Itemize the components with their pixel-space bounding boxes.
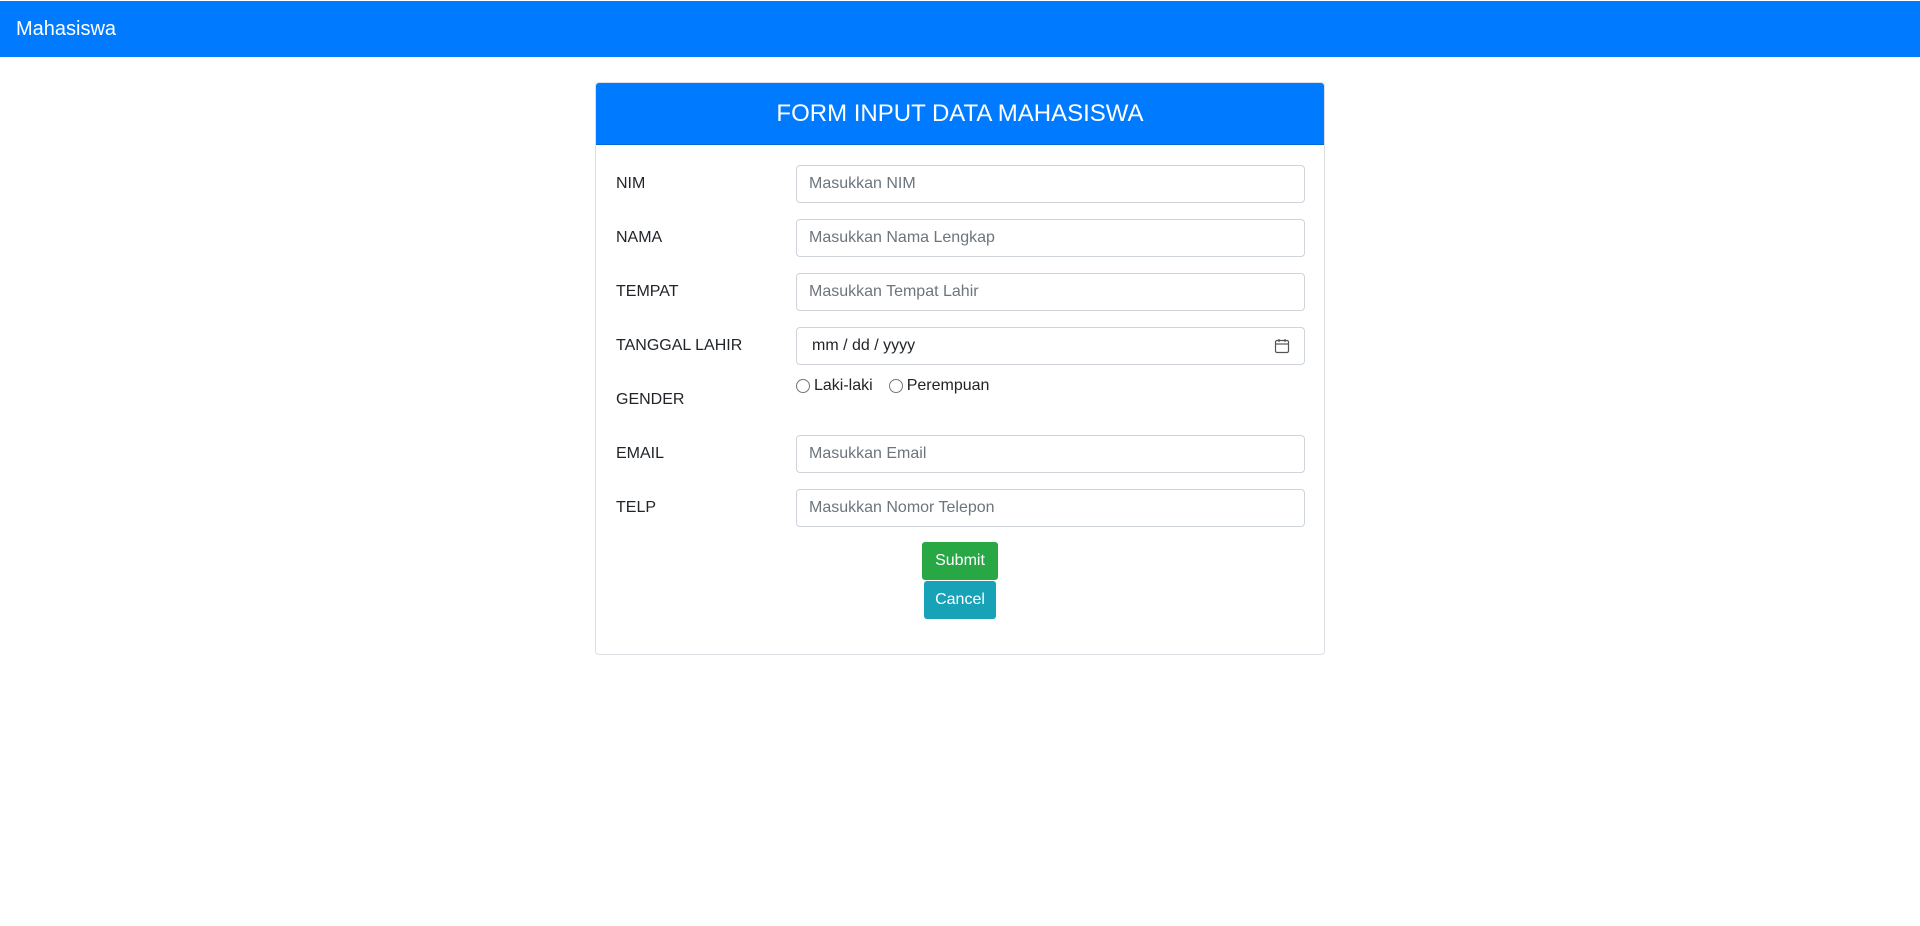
tempat-row: TEMPAT [616,273,1306,311]
email-row: EMAIL [616,435,1306,473]
tanggal-lahir-input[interactable]: mm / dd / yyyy [796,327,1305,365]
calendar-icon[interactable] [1274,338,1290,354]
telp-label: TELP [616,499,657,516]
nim-label: NIM [616,175,646,192]
gender-radio-group: Laki-laki Perempuan [796,374,1005,398]
nim-row: NIM [616,165,1306,203]
telp-row: TELP [616,489,1306,527]
radio-perempuan[interactable] [888,379,903,393]
telp-input[interactable] [796,489,1305,527]
nama-row: NAMA [616,219,1306,257]
date-format-text: mm / dd / yyyy [812,337,916,354]
email-label: EMAIL [616,445,665,462]
gender-label: GENDER [616,391,685,408]
navbar: Mahasiswa [0,1,1920,57]
cancel-button[interactable]: Cancel [924,581,996,619]
navbar-brand[interactable]: Mahasiswa [16,18,116,41]
nama-input[interactable] [796,219,1305,257]
tanggal-lahir-label: TANGGAL LAHIR [616,337,743,354]
tempat-input[interactable] [796,273,1305,311]
nim-input[interactable] [796,165,1305,203]
form-title: FORM INPUT DATA MAHASISWA [596,83,1324,145]
nama-label: NAMA [616,229,663,246]
submit-button[interactable]: Submit [922,542,998,580]
tempat-label: TEMPAT [616,283,679,300]
radio-perempuan-label: Perempuan [906,377,990,394]
radio-laki-laki-label: Laki-laki [814,377,873,394]
gender-row: GENDER Laki-laki Perempuan [616,377,1306,419]
form-card: FORM INPUT DATA MAHASISWA NIM NAMA TEMPA… [595,82,1325,655]
gender-option-perempuan[interactable]: Perempuan [888,377,990,395]
gender-option-laki-laki[interactable]: Laki-laki [796,377,873,395]
radio-laki-laki[interactable] [796,379,810,393]
email-input[interactable] [796,435,1305,473]
tanggal-lahir-row: TANGGAL LAHIR mm / dd / yyyy [616,327,1306,365]
